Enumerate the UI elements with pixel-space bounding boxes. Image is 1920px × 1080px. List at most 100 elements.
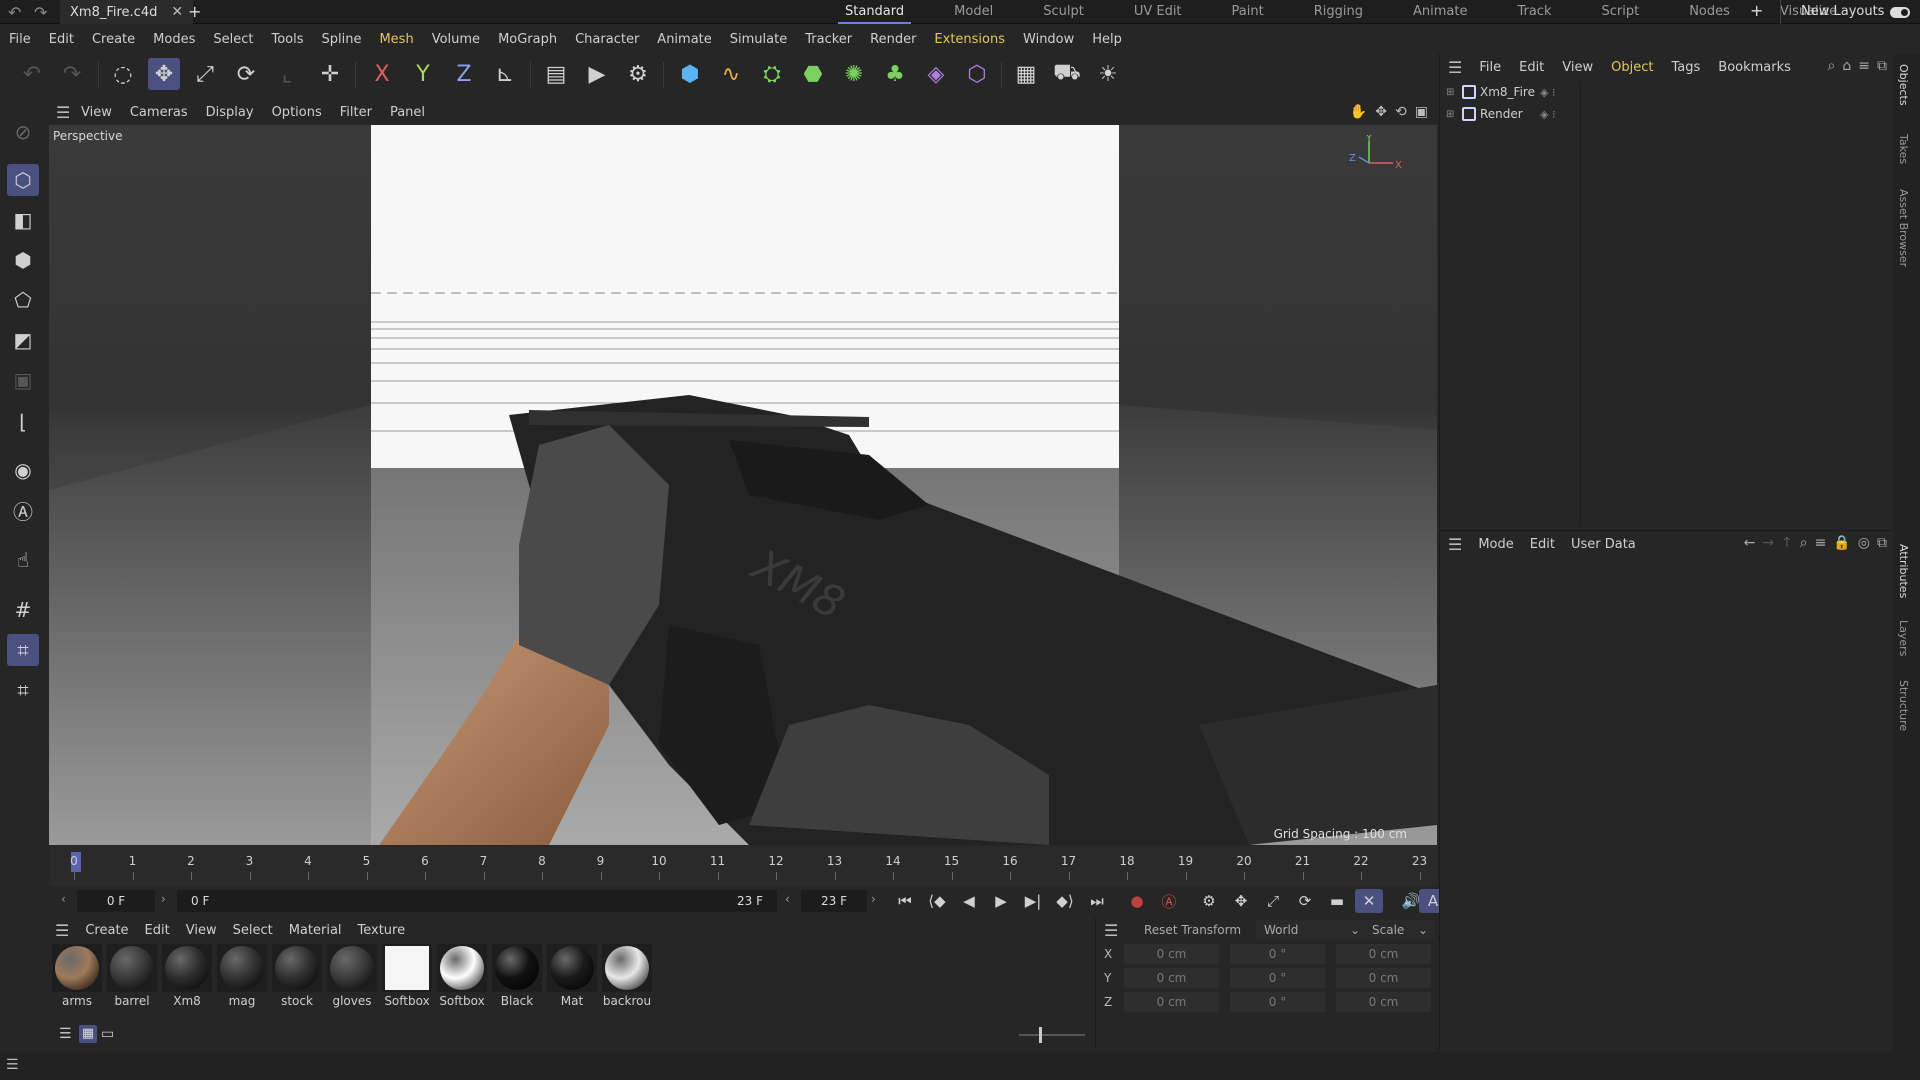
material-swatch[interactable]: Mat (546, 944, 598, 1008)
key-parameter-icon[interactable]: ▬ (1323, 889, 1351, 913)
solo-mode-icon[interactable]: ◉ (7, 454, 39, 486)
polygons-mode-icon[interactable]: ◩ (7, 324, 39, 356)
material-menu-edit[interactable]: Edit (137, 923, 178, 938)
material-swatch[interactable]: Softbox (436, 944, 488, 1008)
transform-tool-icon[interactable]: ✛ (314, 58, 346, 90)
recent-tool-icon[interactable]: ⌞ (271, 58, 303, 90)
material-swatch[interactable]: barrel (106, 944, 158, 1008)
coord-rot-field[interactable]: 0 ° (1230, 968, 1325, 988)
file-tab[interactable]: Xm8_Fire.c4d ✕ (60, 0, 194, 24)
new-layouts-button[interactable]: New Layouts (1780, 0, 1884, 24)
coord-scale-field[interactable]: 0 cm (1336, 992, 1431, 1012)
light-icon[interactable]: ☀ (1092, 58, 1124, 90)
layout-tab-standard[interactable]: Standard (820, 0, 929, 24)
material-menu-view[interactable]: View (178, 923, 225, 938)
filter-icon[interactable]: ≡ (1815, 535, 1827, 551)
play-icon[interactable]: ▶ (987, 889, 1015, 913)
viewport-menu-cameras[interactable]: Cameras (121, 105, 197, 120)
maximize-view-icon[interactable]: ▣ (1415, 104, 1428, 120)
points-mode-icon[interactable]: ⬢ (7, 244, 39, 276)
menu-create[interactable]: Create (83, 28, 144, 52)
menu-simulate[interactable]: Simulate (721, 28, 796, 52)
material-swatch[interactable]: mag (216, 944, 268, 1008)
cube-icon[interactable]: ⬢ (674, 58, 706, 90)
menu-animate[interactable]: Animate (648, 28, 720, 52)
frame-decrement-icon[interactable]: ‹ (61, 892, 66, 906)
viewport-hamburger-icon[interactable]: ☰ (48, 103, 72, 122)
forward-arrow-icon[interactable]: → (1762, 535, 1774, 551)
menu-character[interactable]: Character (566, 28, 648, 52)
menu-modes[interactable]: Modes (144, 28, 204, 52)
object-row-xm8-fire[interactable]: ⊞ Xm8_Fire ◈ ⁝ (1440, 82, 1580, 102)
material-menu-texture[interactable]: Texture (350, 923, 414, 938)
tweak-mode-icon[interactable]: ☝ (7, 544, 39, 576)
subdivision-icon[interactable]: ⛭ (756, 58, 788, 90)
layout-tab-sculpt[interactable]: Sculpt (1018, 0, 1109, 24)
material-swatch[interactable]: Black (491, 944, 543, 1008)
menu-file[interactable]: File (0, 28, 40, 52)
menu-edit[interactable]: Edit (40, 28, 83, 52)
object-menu-object[interactable]: Object (1602, 60, 1662, 75)
y-axis-lock-icon[interactable]: Y (407, 58, 439, 90)
theme-toggle[interactable] (1890, 7, 1910, 18)
move-tool-icon[interactable]: ✥ (148, 58, 180, 90)
rotate-tool-icon[interactable]: ⟳ (230, 58, 262, 90)
menu-tracker[interactable]: Tracker (796, 28, 861, 52)
menu-render[interactable]: Render (861, 28, 925, 52)
spline-pen-icon[interactable]: ∿ (715, 58, 747, 90)
material-hamburger-icon[interactable]: ☰ (49, 921, 77, 940)
timeline-ruler[interactable]: 0 1 2 3 4 5 6 7 8 9 10 11 12 13 14 15 16 17 18 19 20 21 22 23 (49, 846, 1437, 886)
layout-tab-script[interactable]: Script (1576, 0, 1664, 24)
deformer-icon[interactable]: ◈ (920, 58, 952, 90)
expand-icon[interactable]: ⊞ (1446, 109, 1458, 120)
go-to-end-icon[interactable]: ⏭ (1083, 889, 1111, 913)
menu-select[interactable]: Select (204, 28, 262, 52)
side-tab-objects[interactable]: Objects (1897, 64, 1910, 106)
redo-icon[interactable]: ↷ (34, 3, 47, 22)
layer-visibility-icon[interactable]: ◈ ⁝ (1540, 108, 1555, 121)
target-icon[interactable]: ◎ (1858, 535, 1870, 551)
menu-mesh[interactable]: Mesh (370, 28, 422, 52)
material-menu-material[interactable]: Material (281, 923, 350, 938)
dolly-icon[interactable]: ✥ (1375, 104, 1387, 120)
search-icon[interactable]: ⌕ (1828, 58, 1836, 74)
next-frame-icon[interactable]: ▶| (1019, 889, 1047, 913)
status-menu-icon[interactable]: ☰ (6, 1057, 19, 1073)
coord-scale-field[interactable]: 0 cm (1336, 944, 1431, 964)
layout-tab-track[interactable]: Track (1492, 0, 1576, 24)
up-arrow-icon[interactable]: ↑ (1781, 535, 1793, 551)
coords-hamburger-icon[interactable]: ☰ (1104, 921, 1118, 940)
menu-spline[interactable]: Spline (313, 28, 371, 52)
end-frame-increment-icon[interactable]: › (871, 892, 876, 906)
viewport-menu-display[interactable]: Display (197, 105, 263, 120)
menu-help[interactable]: Help (1083, 28, 1131, 52)
grid-view-icon[interactable]: ▦ (79, 1025, 97, 1043)
side-tab-structure[interactable]: Structure (1897, 680, 1910, 731)
camera-icon[interactable]: ⛟ (1051, 58, 1083, 90)
coord-pos-field[interactable]: 0 cm (1124, 944, 1219, 964)
object-hamburger-icon[interactable]: ☰ (1440, 58, 1470, 77)
material-swatch[interactable]: backrou (601, 944, 653, 1008)
layout-tab-model[interactable]: Model (929, 0, 1018, 24)
menu-extensions[interactable]: Extensions (925, 28, 1014, 52)
filter-icon[interactable]: ≡ (1858, 58, 1870, 74)
side-tab-attributes[interactable]: Attributes (1897, 544, 1910, 598)
scale-tool-icon[interactable]: ⤢ (189, 58, 221, 90)
extrude-icon[interactable]: ⬣ (797, 58, 829, 90)
viewport-menu-filter[interactable]: Filter (331, 105, 381, 120)
object-row-render[interactable]: ⊞ Render ◈ ⁝ (1440, 104, 1580, 124)
material-swatch[interactable]: stock (271, 944, 323, 1008)
axis-mode-icon[interactable]: ⌊ (7, 406, 39, 438)
make-editable-icon[interactable]: ⊘ (7, 116, 39, 148)
coord-pos-field[interactable]: 0 cm (1124, 968, 1219, 988)
new-tab-icon[interactable]: + (188, 2, 201, 21)
expand-icon[interactable]: ⊞ (1446, 87, 1458, 98)
zoom-slider-handle[interactable] (1039, 1027, 1042, 1043)
uv-mode-icon[interactable]: ▣ (7, 364, 39, 396)
viewport-menu-options[interactable]: Options (263, 105, 331, 120)
viewport[interactable]: Perspective XM8 Y X Z Grid Spacing: 100… (49, 125, 1437, 845)
end-frame-field[interactable]: 23 F (801, 890, 867, 912)
material-swatch[interactable]: Xm8 (161, 944, 213, 1008)
object-menu-file[interactable]: File (1470, 60, 1510, 75)
material-swatch[interactable]: arms (51, 944, 103, 1008)
